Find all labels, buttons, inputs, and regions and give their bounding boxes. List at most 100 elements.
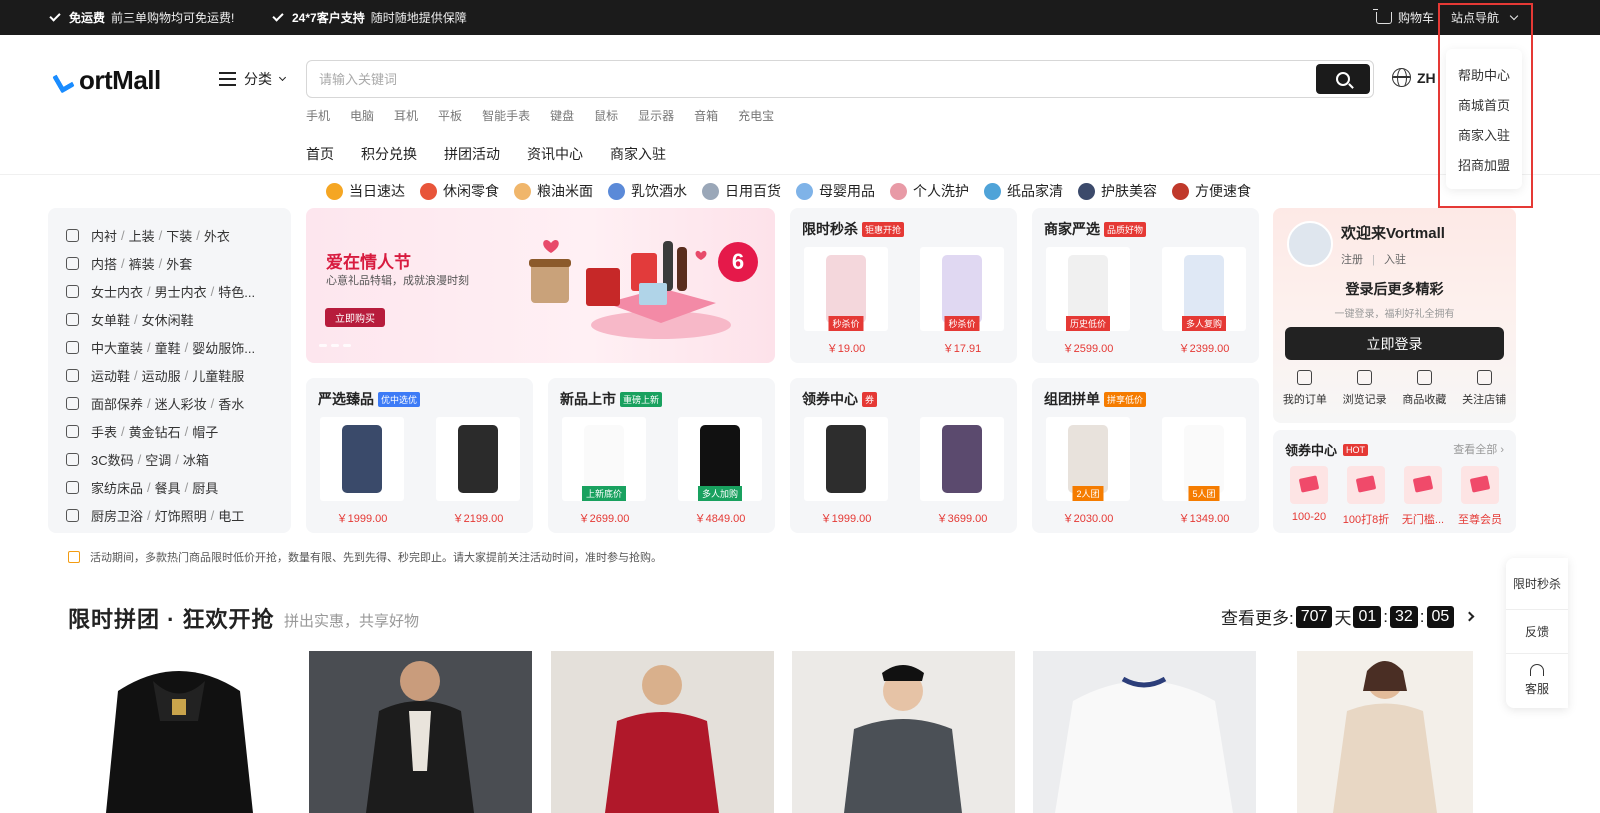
category-link[interactable]: 女单鞋 xyxy=(91,310,130,329)
join-link[interactable]: 入驻 xyxy=(1384,254,1406,266)
category-link[interactable]: 外衣 xyxy=(204,226,230,245)
promo-card[interactable]: 新品上市 重磅上新 上新底价 ￥2699.00 多人加购 ￥4849.00 xyxy=(548,378,775,533)
hot-word-link[interactable]: 智能手表 xyxy=(482,107,530,124)
category-link[interactable]: 裤装 xyxy=(129,254,155,273)
category-link[interactable]: 家纺床品 xyxy=(91,478,143,497)
feedback-shortcut[interactable]: 反馈 xyxy=(1506,610,1568,654)
hot-word-link[interactable]: 键盘 xyxy=(550,107,574,124)
product-thumbnail[interactable] xyxy=(804,417,888,501)
category-link[interactable]: 运动鞋 xyxy=(91,366,130,385)
nav-link[interactable]: 积分兑换 xyxy=(361,144,417,164)
user-action-item[interactable]: 关注店铺 xyxy=(1462,370,1506,407)
quick-category-item[interactable]: 母婴用品 xyxy=(796,181,875,201)
product-thumbnail[interactable]: 多人复购 xyxy=(1162,247,1246,331)
hot-word-link[interactable]: 显示器 xyxy=(638,107,674,124)
flash-sale-shortcut[interactable]: 限时秒杀 xyxy=(1506,558,1568,610)
hot-word-link[interactable]: 电脑 xyxy=(350,107,374,124)
product-thumbnail[interactable]: 秒杀价 xyxy=(804,247,888,331)
hot-word-link[interactable]: 平板 xyxy=(438,107,462,124)
product-thumbnail[interactable] xyxy=(920,417,1004,501)
coupon-item[interactable]: 100打8折 xyxy=(1338,466,1394,527)
category-link[interactable]: 女士内衣 xyxy=(91,282,143,301)
group-product-image[interactable] xyxy=(68,651,291,813)
quick-category-item[interactable]: 乳饮酒水 xyxy=(608,181,687,201)
category-link[interactable]: 冰箱 xyxy=(183,450,209,469)
category-link[interactable]: 下装 xyxy=(166,226,192,245)
category-link[interactable]: 上装 xyxy=(129,226,155,245)
category-link[interactable]: 童鞋 xyxy=(155,338,181,357)
category-link[interactable]: 儿童鞋服 xyxy=(192,366,244,385)
category-menu-button[interactable]: 分类 xyxy=(219,69,287,89)
view-all-coupons[interactable]: 查看全部 › xyxy=(1453,441,1504,457)
group-product-image[interactable] xyxy=(309,651,532,813)
quick-category-item[interactable]: 方便速食 xyxy=(1172,181,1251,201)
site-nav-menu-item[interactable]: 帮助中心 xyxy=(1446,59,1522,89)
nav-link[interactable]: 商家入驻 xyxy=(610,144,666,164)
group-product-image[interactable] xyxy=(792,651,1015,813)
nav-link[interactable]: 拼团活动 xyxy=(444,144,500,164)
promo-card[interactable]: 组团拼单 拼享低价 2人团 ￥2030.00 5人团 ￥1349.00 xyxy=(1032,378,1259,533)
nav-link[interactable]: 首页 xyxy=(306,144,334,164)
category-link[interactable]: 面部保养 xyxy=(91,394,143,413)
product-thumbnail[interactable]: 秒杀价 xyxy=(920,247,1004,331)
site-nav-toggle[interactable]: 站点导航 xyxy=(1451,0,1519,35)
hero-banner[interactable]: 爱在情人节 心意礼品特辑，成就浪漫时刻 立即购买 6 xyxy=(306,208,775,363)
quick-category-item[interactable]: 护肤美容 xyxy=(1078,181,1157,201)
promo-card[interactable]: 商家严选 品质好物 历史低价 ￥2599.00 多人复购 ￥2399.00 xyxy=(1032,208,1259,363)
category-link[interactable]: 内搭 xyxy=(91,254,117,273)
product-thumbnail[interactable]: 上新底价 xyxy=(562,417,646,501)
product-thumbnail[interactable]: 2人团 xyxy=(1046,417,1130,501)
hot-word-link[interactable]: 鼠标 xyxy=(594,107,618,124)
product-thumbnail[interactable]: 5人团 xyxy=(1162,417,1246,501)
site-nav-menu-item[interactable]: 商城首页 xyxy=(1446,89,1522,119)
category-link[interactable]: 迷人彩妆 xyxy=(155,394,207,413)
category-link[interactable]: 电工 xyxy=(218,506,244,525)
category-link[interactable]: 特色... xyxy=(218,282,255,301)
hot-word-link[interactable]: 充电宝 xyxy=(738,107,774,124)
quick-category-item[interactable]: 当日速达 xyxy=(326,181,405,201)
category-link[interactable]: 手表 xyxy=(91,422,117,441)
category-link[interactable]: 厨具 xyxy=(192,478,218,497)
cart-link[interactable]: 购物车 xyxy=(1373,0,1434,35)
category-link[interactable]: 外套 xyxy=(166,254,192,273)
site-logo[interactable]: ortMall xyxy=(54,64,204,96)
group-product-image[interactable] xyxy=(1297,651,1473,813)
category-link[interactable]: 帽子 xyxy=(192,422,218,441)
category-link[interactable]: 男士内衣 xyxy=(155,282,207,301)
category-link[interactable]: 空调 xyxy=(145,450,171,469)
category-link[interactable]: 运动服 xyxy=(142,366,181,385)
product-thumbnail[interactable] xyxy=(436,417,520,501)
user-action-item[interactable]: 浏览记录 xyxy=(1343,370,1387,407)
category-link[interactable]: 餐具 xyxy=(155,478,181,497)
site-nav-menu-item[interactable]: 商家入驻 xyxy=(1446,119,1522,149)
promo-card[interactable]: 限时秒杀 钜惠开抢 秒杀价 ￥19.00 秒杀价 ￥17.91 xyxy=(790,208,1017,363)
user-action-item[interactable]: 商品收藏 xyxy=(1402,370,1446,407)
group-product-image[interactable] xyxy=(1033,651,1256,813)
product-thumbnail[interactable]: 多人加购 xyxy=(678,417,762,501)
category-link[interactable]: 黄金钻石 xyxy=(129,422,181,441)
promo-card[interactable]: 严选臻品 优中选优 ￥1999.00 ￥2199.00 xyxy=(306,378,533,533)
chevron-right-icon[interactable] xyxy=(1464,611,1475,622)
view-more-label[interactable]: 查看更多: xyxy=(1221,604,1294,629)
product-thumbnail[interactable] xyxy=(320,417,404,501)
product-thumbnail[interactable]: 历史低价 xyxy=(1046,247,1130,331)
hot-word-link[interactable]: 耳机 xyxy=(394,107,418,124)
hot-word-link[interactable]: 音箱 xyxy=(694,107,718,124)
login-button[interactable]: 立即登录 xyxy=(1285,327,1504,360)
group-product-image[interactable] xyxy=(551,651,774,813)
quick-category-item[interactable]: 粮油米面 xyxy=(514,181,593,201)
customer-service-shortcut[interactable]: 客服 xyxy=(1506,654,1568,706)
category-link[interactable]: 中大童装 xyxy=(91,338,143,357)
category-link[interactable]: 3C数码 xyxy=(91,450,134,469)
search-button[interactable] xyxy=(1316,64,1370,94)
promo-card[interactable]: 领券中心券 ￥1999.00 ￥3699.00 xyxy=(790,378,1017,533)
banner-buy-button[interactable]: 立即购买 xyxy=(325,308,385,327)
site-nav-menu-item[interactable]: 招商加盟 xyxy=(1446,149,1522,179)
category-link[interactable]: 内衬 xyxy=(91,226,117,245)
category-link[interactable]: 香水 xyxy=(218,394,244,413)
quick-category-item[interactable]: 日用百货 xyxy=(702,181,781,201)
category-link[interactable]: 厨房卫浴 xyxy=(91,506,143,525)
language-selector[interactable]: ZH xyxy=(1392,68,1436,87)
category-link[interactable]: 女休闲鞋 xyxy=(142,310,194,329)
user-action-item[interactable]: 我的订单 xyxy=(1283,370,1327,407)
